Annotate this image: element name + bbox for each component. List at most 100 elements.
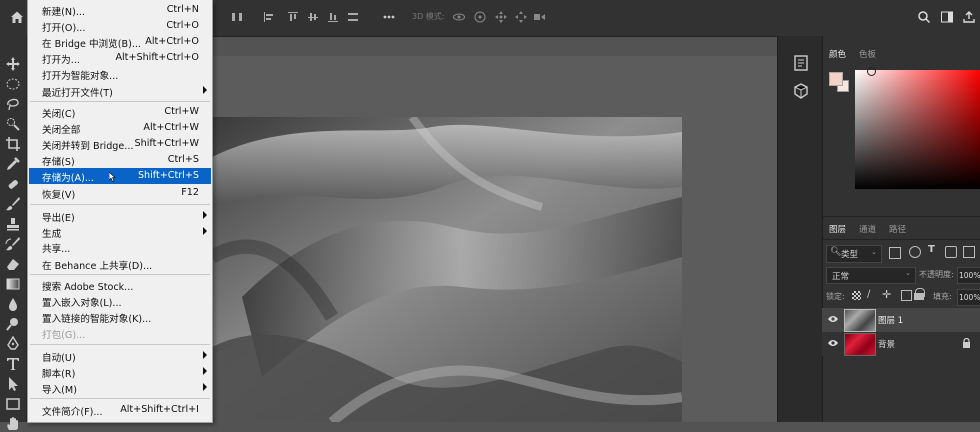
filter-smart-object-icon[interactable] (963, 246, 975, 258)
rectangle-tool-icon[interactable] (5, 396, 21, 412)
3d-roll-icon[interactable] (473, 10, 487, 24)
menu-item-place-linked[interactable]: 置入链接的智能对象(K)... (29, 309, 211, 325)
align-top-icon[interactable] (286, 10, 300, 24)
clone-stamp-icon[interactable] (5, 216, 21, 232)
opacity-value: 100% (959, 271, 980, 280)
menu-item-file-info[interactable]: 文件简介(F)... Alt+Shift+Ctrl+I (29, 402, 211, 418)
blend-mode-select[interactable]: 正常 ⌄ (826, 267, 916, 284)
dodge-tool-icon[interactable] (5, 316, 21, 332)
healing-brush-icon[interactable] (5, 176, 21, 192)
menu-item-close-all[interactable]: 关闭全部 Alt+Ctrl+W (29, 120, 211, 136)
tab-swatches[interactable]: 色板 (859, 48, 876, 60)
menu-item-close[interactable]: 关闭(C) Ctrl+W (29, 104, 211, 120)
menu-item-save[interactable]: 存储(S) Ctrl+S (29, 152, 211, 168)
layer-filter-select[interactable]: 🔍︎ 类型 ⌄ (826, 245, 882, 263)
mode-3d-label: 3D 模式: (412, 12, 445, 21)
blur-tool-icon[interactable] (5, 296, 21, 312)
lock-artboard-icon[interactable] (901, 290, 912, 301)
path-select-icon[interactable] (5, 376, 21, 392)
submenu-arrow-icon (203, 227, 207, 235)
distribute-vertical-icon[interactable] (346, 10, 360, 24)
filter-type-icon[interactable]: T (928, 244, 935, 255)
chevron-down-icon: ⌄ (871, 248, 877, 256)
menu-item-open-smart-object[interactable]: 打开为智能对象... (29, 66, 211, 82)
align-left-icon[interactable] (262, 10, 276, 24)
menu-item-new[interactable]: 新建(N)... Ctrl+N (29, 2, 211, 18)
workspace-icon[interactable] (940, 10, 954, 24)
hand-tool-icon[interactable] (5, 416, 21, 432)
document-canvas[interactable] (212, 117, 682, 422)
3d-slide-icon[interactable] (514, 10, 528, 24)
eraser-tool-icon[interactable] (5, 256, 21, 272)
more-options-icon[interactable] (382, 10, 396, 24)
filter-adjustment-icon[interactable] (909, 246, 921, 258)
color-field[interactable] (855, 70, 980, 189)
fill-input[interactable]: 100% (957, 289, 980, 306)
menu-item-recent-files[interactable]: 最近打开文件(T) (29, 83, 211, 99)
3d-orbit-icon[interactable] (452, 10, 466, 24)
filter-pixel-icon[interactable] (889, 247, 901, 259)
distribute-icon[interactable] (230, 10, 244, 24)
submenu-arrow-icon (203, 383, 207, 391)
tab-paths[interactable]: 路径 (889, 223, 906, 235)
menu-item-share-behance[interactable]: 在 Behance 上共享(D)... (29, 256, 211, 272)
lock-transparent-icon[interactable] (852, 291, 861, 300)
menu-item-close-to-bridge[interactable]: 关闭并转到 Bridge... Shift+Ctrl+W (29, 136, 211, 152)
menu-separator (30, 274, 210, 275)
type-tool-icon[interactable] (5, 356, 21, 372)
share-icon[interactable] (962, 10, 976, 24)
filter-shape-icon[interactable] (945, 246, 957, 258)
file-menu: 新建(N)... Ctrl+N 打开(O)... Ctrl+O 在 Bridge 中… (27, 0, 213, 423)
menu-item-export[interactable]: 导出(E) (29, 208, 211, 224)
history-panel-icon[interactable] (792, 54, 810, 72)
menu-item-package: 打包(G)... (42, 330, 86, 341)
menu-item-scripts[interactable]: 脚本(R) (29, 364, 211, 380)
3d-pan-icon[interactable] (494, 10, 508, 24)
search-icon[interactable] (917, 10, 931, 24)
pen-tool-icon[interactable] (5, 336, 21, 352)
menu-item-import[interactable]: 导入(M) (29, 380, 211, 396)
menu-item-save-as[interactable]: 存储为(A)... Shift+Ctrl+S (29, 168, 211, 184)
menu-item-open-as[interactable]: 打开为... Alt+Shift+Ctrl+O (29, 50, 211, 66)
layer-name[interactable]: 背景 (878, 338, 895, 350)
menu-item-share[interactable]: 共享... (29, 239, 211, 255)
menu-item-browse-bridge[interactable]: 在 Bridge 中浏览(B)... Alt+Ctrl+O (29, 34, 211, 50)
history-brush-icon[interactable] (5, 236, 21, 252)
color-picker-cursor[interactable] (867, 67, 876, 76)
menu-item-place-embedded[interactable]: 置入嵌入对象(L)... (29, 293, 211, 309)
marquee-tool-icon[interactable] (5, 76, 21, 92)
menu-separator (30, 398, 210, 399)
menu-item-automate[interactable]: 自动(U) (29, 348, 211, 364)
menu-item-open[interactable]: 打开(O)... Ctrl+O (29, 18, 211, 34)
visibility-eye-icon[interactable] (828, 339, 838, 347)
brush-tool-icon[interactable] (5, 196, 21, 212)
3d-scale-icon[interactable] (532, 10, 546, 24)
visibility-eye-icon[interactable] (828, 315, 838, 323)
crop-tool-icon[interactable] (5, 136, 21, 152)
move-tool-icon[interactable] (5, 56, 21, 72)
lock-position-icon[interactable]: ✛ (882, 288, 891, 301)
gradient-tool-icon[interactable] (5, 276, 21, 292)
3d-panel-icon[interactable] (792, 82, 810, 100)
eyedropper-tool-icon[interactable] (5, 156, 21, 172)
align-vcenter-icon[interactable] (306, 10, 320, 24)
tab-layers[interactable]: 图层 (829, 223, 846, 235)
layer-row[interactable]: 背景 (822, 332, 980, 356)
tab-color[interactable]: 颜色 (829, 48, 846, 60)
quick-select-tool-icon[interactable] (5, 116, 21, 132)
right-panels: 颜色 色板 图层 通道 路径 🔍︎ 类型 ⌄ T 正常 ⌄ 不透明度: 100%… (822, 36, 980, 422)
lock-pixels-icon[interactable]: ∕ (867, 289, 870, 300)
menu-item-revert[interactable]: 恢复(V) F12 (29, 185, 211, 201)
foreground-color-swatch[interactable] (829, 72, 843, 86)
lasso-tool-icon[interactable] (5, 96, 21, 112)
submenu-arrow-icon (203, 86, 207, 94)
tab-channels[interactable]: 通道 (859, 223, 876, 235)
menu-item-generate[interactable]: 生成 (29, 224, 211, 240)
menu-item-search-adobe-stock[interactable]: 搜索 Adobe Stock... (29, 277, 211, 293)
layer-row[interactable]: 图层 1 (822, 308, 980, 332)
align-bottom-icon[interactable] (326, 10, 340, 24)
menu-separator (30, 204, 210, 205)
home-icon[interactable] (10, 10, 24, 24)
layer-name[interactable]: 图层 1 (878, 314, 903, 326)
opacity-input[interactable]: 100% (957, 267, 980, 284)
